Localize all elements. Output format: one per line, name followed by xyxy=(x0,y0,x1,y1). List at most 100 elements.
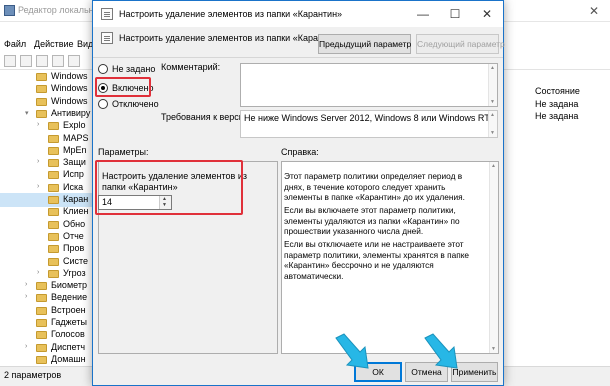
tree-item-label: MpEn xyxy=(63,144,87,155)
folder-icon xyxy=(36,73,47,81)
tree-item-label: Explo xyxy=(63,120,86,131)
tree-item-label: Голосов xyxy=(51,329,85,340)
state-cell: Не задана xyxy=(535,111,579,121)
expand-icon[interactable]: › xyxy=(37,121,47,128)
tree-item[interactable]: Домашн xyxy=(0,353,95,366)
column-header-state[interactable]: Состояние xyxy=(535,86,580,96)
folder-icon xyxy=(48,122,59,131)
folder-icon xyxy=(48,245,59,254)
tree-item-label: Защи xyxy=(63,157,86,168)
expand-icon[interactable]: › xyxy=(37,269,47,276)
folder-icon xyxy=(48,232,59,241)
comment-textarea[interactable] xyxy=(240,63,498,107)
tree-item-label: Windows xyxy=(51,71,88,81)
folder-icon xyxy=(48,257,59,266)
expand-icon[interactable]: › xyxy=(25,281,35,288)
tree-item-label: MAPS xyxy=(63,132,89,143)
tree-item-label: Каран xyxy=(63,194,89,204)
tree-item-label: Диспетч xyxy=(51,341,86,352)
folder-icon xyxy=(48,146,59,155)
expand-icon[interactable]: ▾ xyxy=(25,109,35,117)
radio-label: Отключено xyxy=(112,99,159,109)
header-divider xyxy=(93,57,503,58)
supported-on-value: Не ниже Windows Server 2012, Windows 8 и… xyxy=(244,113,490,123)
tree-item-label: Windows xyxy=(51,83,88,94)
comment-scrollbar[interactable] xyxy=(488,64,497,106)
tree-item-label: Иска xyxy=(63,181,84,192)
help-paragraph: Если вы отключаете или не настраиваете э… xyxy=(284,239,470,281)
folder-icon xyxy=(36,109,47,118)
radio-label: Не задано xyxy=(112,64,156,74)
tree-item-label: Отче xyxy=(63,230,84,241)
radio-button[interactable] xyxy=(98,99,108,109)
folder-icon xyxy=(36,319,47,327)
tree-item-label: Систе xyxy=(63,255,89,266)
help-paragraph: Если вы включаете этот параметр политики… xyxy=(284,205,460,236)
editor-close-icon[interactable]: ✕ xyxy=(578,0,610,22)
enabled-highlight-frame xyxy=(95,77,151,97)
policy-setting-icon xyxy=(101,32,113,44)
minimize-icon[interactable]: — xyxy=(407,1,439,27)
tree-item-label: Ведение xyxy=(51,292,88,303)
arrow-icon xyxy=(335,333,369,369)
editor-app-icon xyxy=(4,5,15,16)
close-icon[interactable]: ✕ xyxy=(471,1,503,27)
maximize-icon[interactable]: ☐ xyxy=(439,1,471,27)
folder-icon xyxy=(36,85,47,94)
tree-item-label: Домашн xyxy=(51,353,86,364)
radio-button[interactable] xyxy=(98,64,108,74)
folder-icon xyxy=(48,134,59,143)
menu-file[interactable]: Файл xyxy=(4,39,26,49)
help-label: Справка: xyxy=(281,147,319,157)
properties-icon[interactable] xyxy=(68,55,80,67)
expand-icon[interactable]: › xyxy=(37,183,47,190)
up-folder-icon[interactable] xyxy=(36,55,48,67)
help-paragraph: Этот параметр политики определяет период… xyxy=(284,171,465,202)
folder-icon xyxy=(36,294,47,303)
tree-item-label: Windows xyxy=(51,95,88,106)
folder-icon xyxy=(36,331,47,340)
expand-icon[interactable]: › xyxy=(37,158,47,165)
expand-icon[interactable]: › xyxy=(25,343,35,350)
options-label: Параметры: xyxy=(98,147,149,157)
tree-item-label: Угроз xyxy=(63,267,86,278)
tree-item-label: Испр xyxy=(63,169,84,180)
policy-setting-icon xyxy=(101,8,113,20)
parameter-highlight-frame xyxy=(95,160,243,215)
folder-icon xyxy=(48,171,59,180)
tree-item-label: Встроен xyxy=(51,304,86,315)
folder-icon xyxy=(48,183,59,192)
tree-item-label: Обно xyxy=(63,218,86,229)
arrow-icon xyxy=(424,333,458,369)
next-setting-button[interactable]: Следующий параметр xyxy=(416,34,505,54)
folder-icon xyxy=(48,208,59,217)
folder-icon xyxy=(36,355,47,364)
forward-icon[interactable] xyxy=(20,55,32,67)
dialog-title: Настроить удаление элементов из папки «К… xyxy=(119,9,343,19)
help-scrollbar[interactable] xyxy=(489,162,498,353)
expand-icon[interactable]: › xyxy=(25,293,35,300)
policy-tree[interactable]: Windows Windows Windows ▾ Антивиру › Explo MAPS… xyxy=(0,70,96,366)
tree-item-label: Гаджеты xyxy=(51,317,87,327)
tree-item-label: Антивиру xyxy=(51,107,91,118)
tree-item-label: Пров xyxy=(63,243,85,254)
back-icon[interactable] xyxy=(4,55,16,67)
menu-view[interactable]: Вид xyxy=(77,39,93,49)
supported-scrollbar[interactable] xyxy=(488,111,497,137)
folder-icon xyxy=(48,220,59,229)
menu-action[interactable]: Действие xyxy=(34,39,74,49)
status-text: 2 параметров xyxy=(4,370,62,380)
folder-icon xyxy=(36,306,47,315)
folder-icon xyxy=(36,282,47,291)
folder-icon xyxy=(48,269,59,278)
show-tree-icon[interactable] xyxy=(52,55,64,67)
folder-icon xyxy=(36,97,47,106)
setting-name: Настроить удаление элементов из папки «К… xyxy=(119,33,343,43)
folder-icon xyxy=(48,159,59,168)
tree-item-label: Биометр xyxy=(51,280,87,291)
supported-on-label: Требования к версии: xyxy=(161,112,252,122)
previous-setting-button[interactable]: Предыдущий параметр xyxy=(318,34,411,54)
state-cell: Не задана xyxy=(535,99,579,109)
folder-icon xyxy=(36,343,47,352)
comment-label: Комментарий: xyxy=(161,62,221,72)
